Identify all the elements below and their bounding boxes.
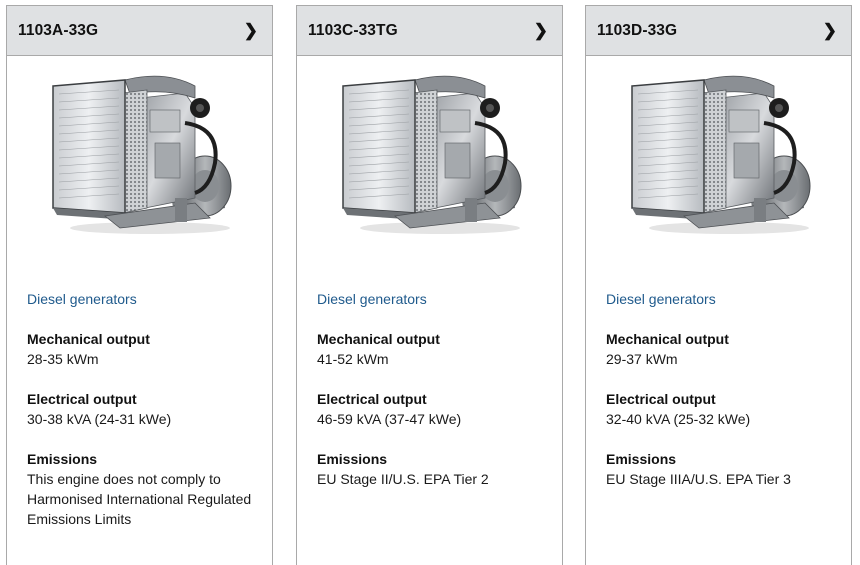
electrical-output-spec: Electrical output 32-40 kVA (25-32 kWe): [606, 389, 841, 429]
spec-label: Electrical output: [606, 391, 716, 407]
spec-value: EU Stage II/U.S. EPA Tier 2: [317, 471, 489, 487]
card-header-link[interactable]: 1103A-33G ❯: [7, 6, 272, 56]
chevron-right-icon[interactable]: ❯: [823, 22, 837, 39]
card-body: Diesel generators Mechanical output 41-5…: [317, 289, 552, 509]
product-title: 1103D-33G: [597, 21, 678, 39]
engine-image[interactable]: [45, 68, 235, 238]
spec-label: Emissions: [606, 451, 677, 467]
spec-value: 32-40 kVA (25-32 kWe): [606, 411, 751, 427]
spec-value: This engine does not comply to Harmonise…: [27, 471, 252, 527]
category-link[interactable]: Diesel generators: [317, 289, 552, 309]
spec-label: Electrical output: [27, 391, 137, 407]
spec-label: Mechanical output: [317, 331, 440, 347]
category-link[interactable]: Diesel generators: [27, 289, 262, 309]
emissions-spec: Emissions This engine does not comply to…: [27, 449, 262, 529]
spec-value: 28-35 kWm: [27, 351, 99, 367]
card-body: Diesel generators Mechanical output 28-3…: [27, 289, 262, 549]
mechanical-output-spec: Mechanical output 29-37 kWm: [606, 329, 841, 369]
product-title: 1103C-33TG: [308, 21, 398, 39]
spec-label: Mechanical output: [606, 331, 729, 347]
card-body: Diesel generators Mechanical output 29-3…: [606, 289, 841, 509]
spec-label: Mechanical output: [27, 331, 150, 347]
spec-value: 46-59 kVA (37-47 kWe): [317, 411, 462, 427]
emissions-spec: Emissions EU Stage IIIA/U.S. EPA Tier 3: [606, 449, 841, 489]
emissions-spec: Emissions EU Stage II/U.S. EPA Tier 2: [317, 449, 552, 489]
spec-value: EU Stage IIIA/U.S. EPA Tier 3: [606, 471, 791, 487]
mechanical-output-spec: Mechanical output 28-35 kWm: [27, 329, 262, 369]
spec-value: 30-38 kVA (24-31 kWe): [27, 411, 172, 427]
product-card: 1103D-33G ❯ Diesel generators Mechanical…: [585, 5, 852, 565]
spec-label: Emissions: [27, 451, 98, 467]
mechanical-output-spec: Mechanical output 41-52 kWm: [317, 329, 552, 369]
engine-image[interactable]: [335, 68, 525, 238]
engine-image[interactable]: [624, 68, 814, 238]
spec-label: Emissions: [317, 451, 388, 467]
chevron-right-icon[interactable]: ❯: [534, 22, 548, 39]
spec-value: 29-37 kWm: [606, 351, 678, 367]
spec-value: 41-52 kWm: [317, 351, 389, 367]
card-header-link[interactable]: 1103D-33G ❯: [586, 6, 851, 56]
card-header-link[interactable]: 1103C-33TG ❯: [297, 6, 562, 56]
category-link[interactable]: Diesel generators: [606, 289, 841, 309]
electrical-output-spec: Electrical output 30-38 kVA (24-31 kWe): [27, 389, 262, 429]
electrical-output-spec: Electrical output 46-59 kVA (37-47 kWe): [317, 389, 552, 429]
product-title: 1103A-33G: [18, 21, 99, 39]
product-card: 1103A-33G ❯ Diesel generators Mechanical…: [6, 5, 273, 565]
chevron-right-icon[interactable]: ❯: [244, 22, 258, 39]
product-card: 1103C-33TG ❯ Diesel generators Mechanica…: [296, 5, 563, 565]
spec-label: Electrical output: [317, 391, 427, 407]
